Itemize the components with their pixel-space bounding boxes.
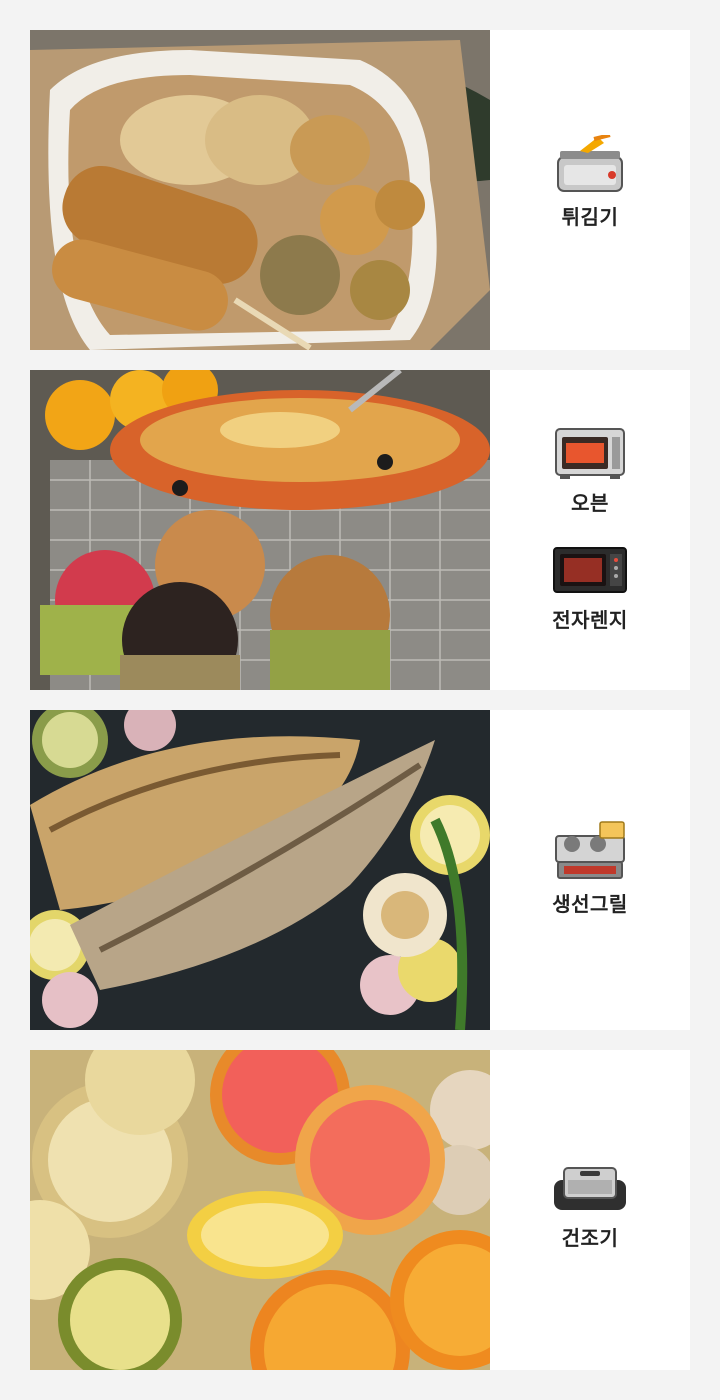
dryer-panel: 건조기 <box>490 1050 690 1370</box>
grilled-fish-photo <box>30 710 490 1030</box>
fish-grill-panel: 생선그릴 <box>490 710 690 1030</box>
appliance-microwave: 전자렌지 <box>490 542 690 633</box>
appliance-fish-grill: 생선그릴 <box>490 818 690 917</box>
appliance-dryer: 건조기 <box>490 1160 690 1251</box>
food-dryer-icon <box>554 1167 626 1210</box>
appliance-card-fish-grill: 생선그릴 <box>30 710 690 1030</box>
fryer-panel: 튀김기 <box>490 30 690 350</box>
baked-food-photo <box>30 370 490 690</box>
deep-fryer-icon <box>557 135 623 192</box>
appliance-label: 오븐 <box>571 491 609 515</box>
appliance-fryer: 튀김기 <box>490 135 690 230</box>
appliance-card-dryer: 건조기 <box>30 1050 690 1370</box>
microwave-icon <box>553 547 627 593</box>
dried-fruit-photo <box>30 1050 490 1370</box>
appliance-oven: 오븐 <box>490 425 690 516</box>
oven-icon <box>555 428 625 479</box>
appliance-label: 전자렌지 <box>552 608 628 632</box>
appliance-label: 건조기 <box>561 1226 619 1250</box>
fish-grill-icon <box>555 821 625 879</box>
oven-panel: 오븐 전자렌지 <box>490 370 690 690</box>
appliance-label: 생선그릴 <box>552 892 628 916</box>
appliance-label: 튀김기 <box>561 205 619 229</box>
fried-food-photo <box>30 30 490 350</box>
appliance-card-fryer: 튀김기 <box>30 30 690 350</box>
appliance-card-oven: 오븐 전자렌지 <box>30 370 690 690</box>
